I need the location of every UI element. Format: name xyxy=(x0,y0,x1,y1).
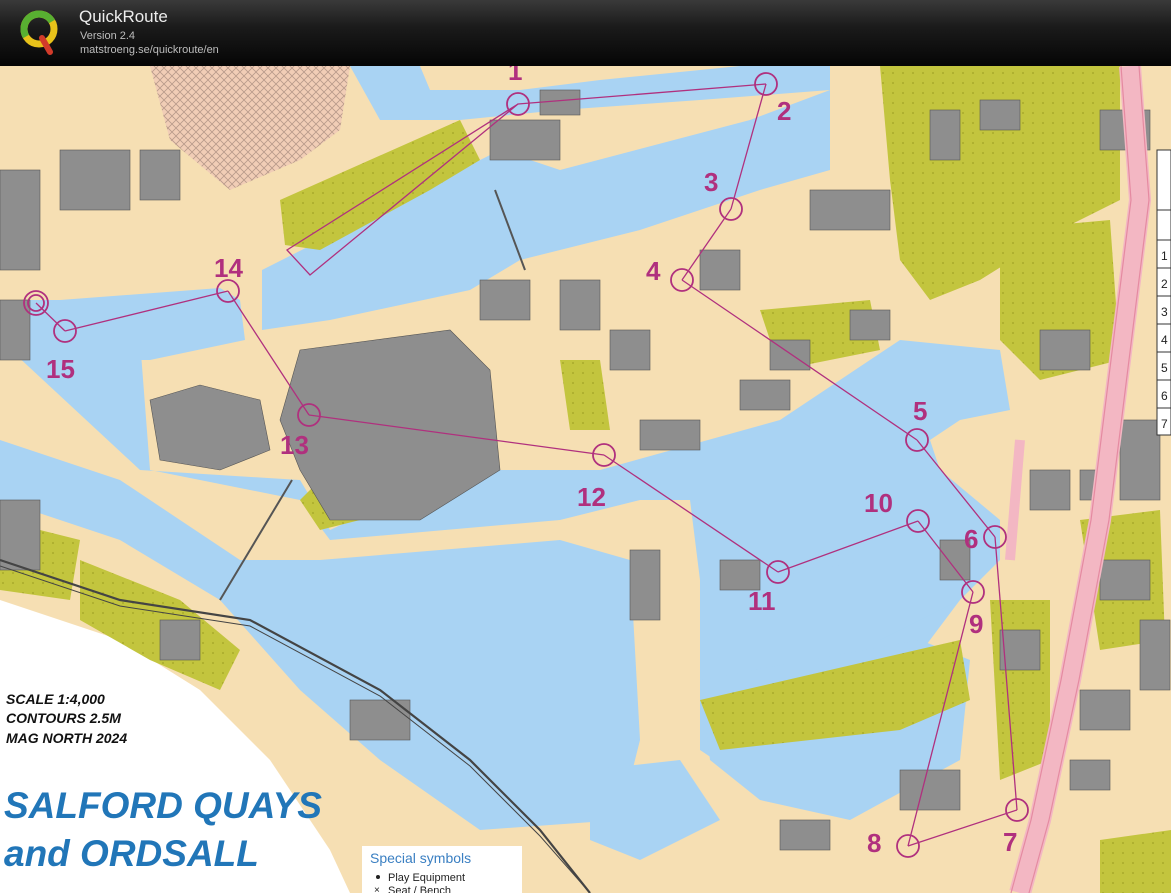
mag-north-text: MAG NORTH 2024 xyxy=(6,730,127,746)
legend-item-seat-bench: Seat / Bench xyxy=(388,885,451,893)
control-description-strip: 1 2 3 4 5 6 7 xyxy=(1156,149,1171,436)
bench-icon: × xyxy=(374,885,380,893)
special-symbols-legend: Special symbols Play Equipment × Seat / … xyxy=(362,846,522,893)
control-label-14: 14 xyxy=(214,253,243,283)
control-label-8: 8 xyxy=(867,828,881,858)
control-label-15: 15 xyxy=(46,354,75,384)
side-number-5: 5 xyxy=(1161,361,1168,375)
side-number-3: 3 xyxy=(1161,305,1168,319)
side-number-1: 1 xyxy=(1161,249,1168,263)
control-label-1: 1 xyxy=(508,66,522,86)
orienteering-map[interactable]: 1 2 3 4 5 6 7 8 9 10 11 12 13 14 15 1 2 … xyxy=(0,66,1171,893)
control-label-6: 6 xyxy=(964,524,978,554)
control-label-2: 2 xyxy=(777,96,791,126)
control-label-13: 13 xyxy=(280,430,309,460)
control-label-9: 9 xyxy=(969,609,983,639)
control-label-11: 11 xyxy=(748,586,776,616)
side-number-6: 6 xyxy=(1161,389,1168,403)
app-header: QuickRoute Version 2.4 matstroeng.se/qui… xyxy=(0,0,1171,66)
control-label-12: 12 xyxy=(577,482,606,512)
quickroute-logo-icon xyxy=(20,10,58,55)
app-title: QuickRoute xyxy=(79,7,168,26)
map-title-line2: and ORDSALL xyxy=(4,833,259,874)
control-label-3: 3 xyxy=(704,167,718,197)
control-label-5: 5 xyxy=(913,396,927,426)
control-label-7: 7 xyxy=(1003,827,1017,857)
app-url-link[interactable]: matstroeng.se/quickroute/en xyxy=(80,44,219,56)
app-version: Version 2.4 xyxy=(80,30,136,42)
legend-heading: Special symbols xyxy=(370,850,471,866)
control-label-4: 4 xyxy=(646,256,661,286)
side-number-7: 7 xyxy=(1161,417,1168,431)
side-number-4: 4 xyxy=(1161,333,1168,347)
contours-text: CONTOURS 2.5M xyxy=(6,710,121,726)
scale-text: SCALE 1:4,000 xyxy=(6,691,105,707)
side-number-2: 2 xyxy=(1161,277,1168,291)
map-title-line1: SALFORD QUAYS xyxy=(4,785,322,826)
legend-item-play-equipment: Play Equipment xyxy=(388,872,465,884)
map-canvas[interactable]: 1 2 3 4 5 6 7 8 9 10 11 12 13 14 15 1 2 … xyxy=(0,66,1171,893)
control-label-10: 10 xyxy=(864,488,893,518)
